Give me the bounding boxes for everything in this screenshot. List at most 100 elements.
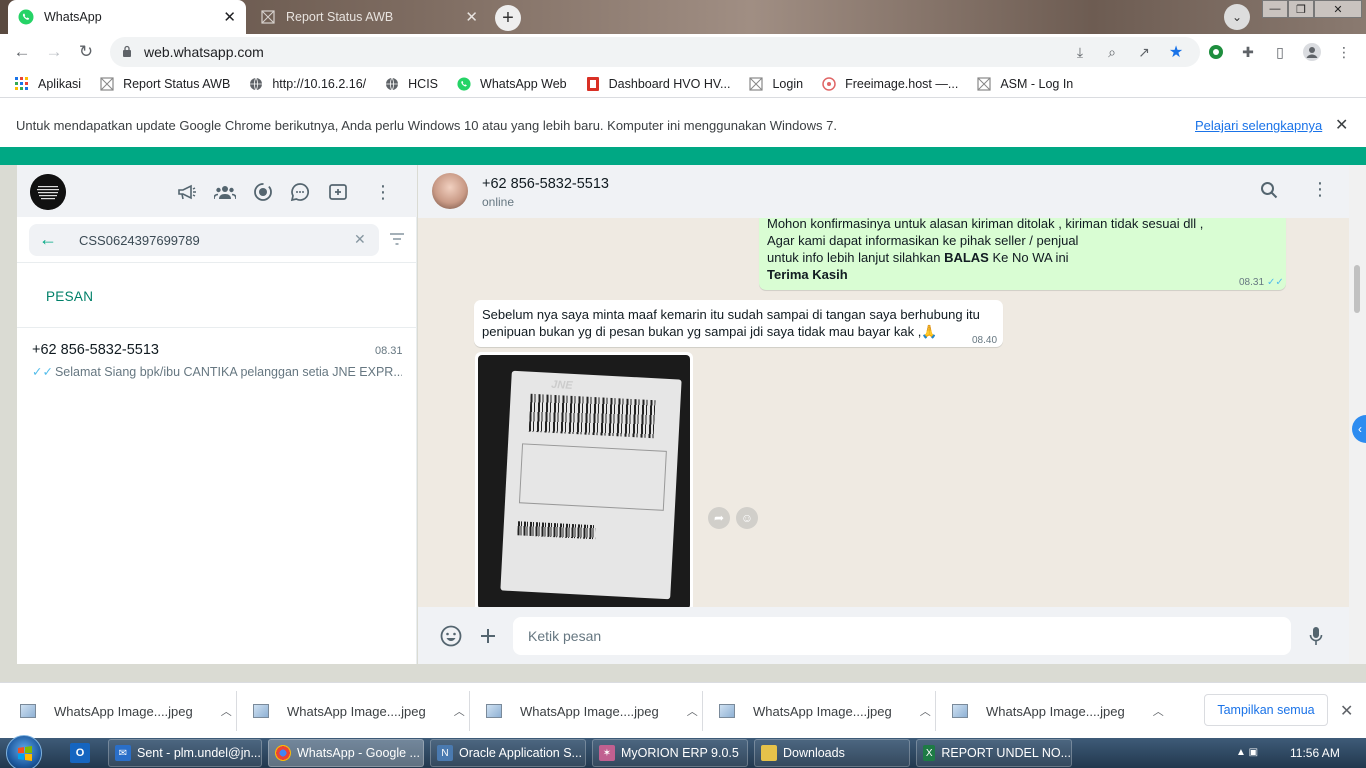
incoming-message[interactable]: Sebelum nya saya minta maaf kemarin itu … [474, 300, 1003, 347]
maximize-window-button[interactable]: ❐ [1288, 0, 1314, 18]
browser-toolbar: ← → ↻ web.whatsapp.com ⤓ ⌕ ↗ ★ ✚ ▯ ⋮ [0, 34, 1366, 70]
extensions-puzzle-icon[interactable]: ✚ [1238, 42, 1258, 62]
back-arrow-icon[interactable]: ← [39, 229, 57, 250]
bookmark-aplikasi[interactable]: Aplikasi [14, 76, 81, 92]
barcode [528, 393, 656, 439]
chrome-menu-icon[interactable]: ⋮ [1334, 42, 1354, 62]
close-icon[interactable]: ✕ [1335, 115, 1348, 135]
zoom-icon[interactable]: ⌕ [1102, 42, 1122, 62]
avatar[interactable] [30, 174, 66, 210]
profile-avatar-icon[interactable] [1302, 42, 1322, 62]
bookmark-hcis[interactable]: HCIS [384, 76, 438, 92]
new-tab-button[interactable]: + [495, 5, 521, 31]
chrome-update-infobar: Untuk mendapatkan update Google Chrome b… [0, 103, 1366, 147]
filter-icon[interactable] [389, 232, 405, 248]
share-icon[interactable]: ↗ [1134, 42, 1154, 62]
outlook-icon[interactable]: O [70, 743, 90, 763]
bookmark-login[interactable]: Login [748, 76, 803, 92]
avatar[interactable] [432, 173, 468, 209]
message-input[interactable]: Ketik pesan [513, 617, 1291, 655]
message-line: Sebelum nya saya minta maaf kemarin itu … [482, 307, 980, 322]
learn-more-link[interactable]: Pelajari selengkapnya [1195, 118, 1322, 133]
download-item[interactable]: WhatsApp Image....jpeg ︿ [486, 683, 698, 739]
close-icon[interactable]: ✕ [1340, 701, 1353, 721]
side-panel-icon[interactable]: ▯ [1270, 42, 1290, 62]
channels-icon[interactable] [289, 181, 311, 203]
taskbar-item-oracle[interactable]: N Oracle Application S... [430, 739, 586, 767]
section-label-messages: PESAN [46, 289, 94, 304]
microphone-icon[interactable] [1304, 624, 1328, 648]
taskbar-item-excel[interactable]: X REPORT UNDEL NO... [916, 739, 1072, 767]
bookmark-ip-address[interactable]: http://10.16.2.16/ [248, 76, 366, 92]
download-item[interactable]: WhatsApp Image....jpeg ︿ [719, 683, 931, 739]
taskbar-item-downloads[interactable]: Downloads [754, 739, 910, 767]
tab-report-status-awb[interactable]: Report Status AWB ✕ [250, 0, 488, 34]
search-row: ← CSS0624397699789 ✕ [17, 217, 417, 263]
communities-icon[interactable] [214, 181, 236, 203]
list-item[interactable]: +62 856-5832-5513 08.31 ✓✓ Selamat Siang … [17, 327, 417, 385]
close-tab-icon[interactable]: ✕ [465, 10, 478, 25]
clear-search-icon[interactable]: ✕ [354, 231, 366, 248]
bookmarks-bar: Aplikasi Report Status AWB http://10.16.… [0, 70, 1366, 98]
tab-title: Report Status AWB [286, 10, 394, 24]
taskbar-item-chrome[interactable]: WhatsApp - Google ... [268, 739, 424, 767]
tab-search-chevron-icon[interactable]: ⌄ [1224, 4, 1250, 30]
status-icon[interactable] [252, 181, 274, 203]
download-filename: WhatsApp Image....jpeg [753, 703, 892, 719]
whatsapp-icon [456, 76, 472, 92]
forward-arrow-icon[interactable]: → [44, 42, 64, 62]
emoji-icon[interactable] [439, 624, 463, 648]
dashboard-icon [585, 76, 601, 92]
download-item[interactable]: WhatsApp Image....jpeg ︿ [253, 683, 465, 739]
chevron-up-icon[interactable]: ︿ [454, 703, 465, 719]
double-check-icon: ✓✓ [32, 365, 53, 379]
download-item[interactable]: WhatsApp Image....jpeg ︿ [20, 683, 232, 739]
minimize-window-button[interactable]: — [1262, 0, 1288, 18]
taskbar-item-outlook[interactable]: ✉ Sent - plm.undel@jn... [108, 739, 262, 767]
menu-dots-icon[interactable]: ⋮ [372, 181, 394, 203]
download-item[interactable]: WhatsApp Image....jpeg ︿ [952, 683, 1164, 739]
forward-icon[interactable]: ➦ [708, 507, 730, 529]
search-input[interactable]: ← CSS0624397699789 ✕ [29, 224, 379, 256]
close-tab-icon[interactable]: ✕ [223, 10, 236, 25]
address-bar[interactable]: web.whatsapp.com [110, 37, 1200, 67]
bookmark-asm-login[interactable]: ASM - Log In [976, 76, 1073, 92]
taskbar-item-label: Oracle Application S... [459, 746, 582, 760]
download-filename: WhatsApp Image....jpeg [287, 703, 426, 719]
menu-dots-icon[interactable]: ⋮ [1311, 179, 1329, 200]
show-all-downloads-button[interactable]: Tampilkan semua [1204, 694, 1328, 726]
taskbar-item-erp[interactable]: ✶ MyORION ERP 9.0.5 [592, 739, 748, 767]
bookmark-star-icon[interactable]: ★ [1166, 42, 1186, 62]
outgoing-message[interactable]: Mohon konfirmasinya untuk alasan kiriman… [759, 218, 1286, 290]
image-message[interactable]: JNE [475, 352, 693, 607]
image-file-icon [253, 704, 269, 718]
message-line: penipuan bukan yg di pesan bukan yg samp… [482, 324, 938, 339]
chevron-up-icon[interactable]: ︿ [221, 703, 232, 719]
back-arrow-icon[interactable]: ← [12, 42, 32, 62]
message-text: untuk info lebih lanjut silahkan [767, 250, 945, 265]
search-icon[interactable] [1260, 181, 1278, 202]
bookmark-dashboard-hvo[interactable]: Dashboard HVO HV... [585, 76, 730, 92]
extension-green-icon[interactable] [1206, 42, 1226, 62]
close-window-button[interactable]: ✕ [1314, 0, 1362, 18]
browser-tab-strip: WhatsApp ✕ Report Status AWB ✕ + ⌄ — ❐ ✕ [0, 0, 1366, 34]
reload-icon[interactable]: ↻ [76, 42, 96, 62]
attach-plus-icon[interactable] [476, 624, 500, 648]
bookmark-report-status-awb[interactable]: Report Status AWB [99, 76, 230, 92]
tab-whatsapp[interactable]: WhatsApp ✕ [8, 0, 246, 34]
install-app-icon[interactable]: ⤓ [1070, 42, 1090, 62]
conversation-header[interactable]: +62 856-5832-5513 online ⋮ [418, 165, 1349, 218]
chevron-up-icon[interactable]: ︿ [920, 703, 931, 719]
clock[interactable]: 11:56 AM [1290, 746, 1340, 760]
megaphone-icon[interactable] [176, 181, 198, 203]
emoji-reaction-icon[interactable]: ☺ [736, 507, 758, 529]
new-chat-icon[interactable] [327, 181, 349, 203]
system-tray-icons[interactable]: ▲ ▣ [1236, 747, 1258, 758]
bookmark-freeimage[interactable]: Freeimage.host —... [821, 76, 958, 92]
chevron-up-icon[interactable]: ︿ [687, 703, 698, 719]
windows-start-icon[interactable] [6, 735, 42, 768]
chevron-up-icon[interactable]: ︿ [1153, 703, 1164, 719]
bookmark-whatsapp-web[interactable]: WhatsApp Web [456, 76, 567, 92]
scrollbar-thumb[interactable] [1354, 265, 1360, 313]
search-value: CSS0624397699789 [79, 232, 200, 248]
